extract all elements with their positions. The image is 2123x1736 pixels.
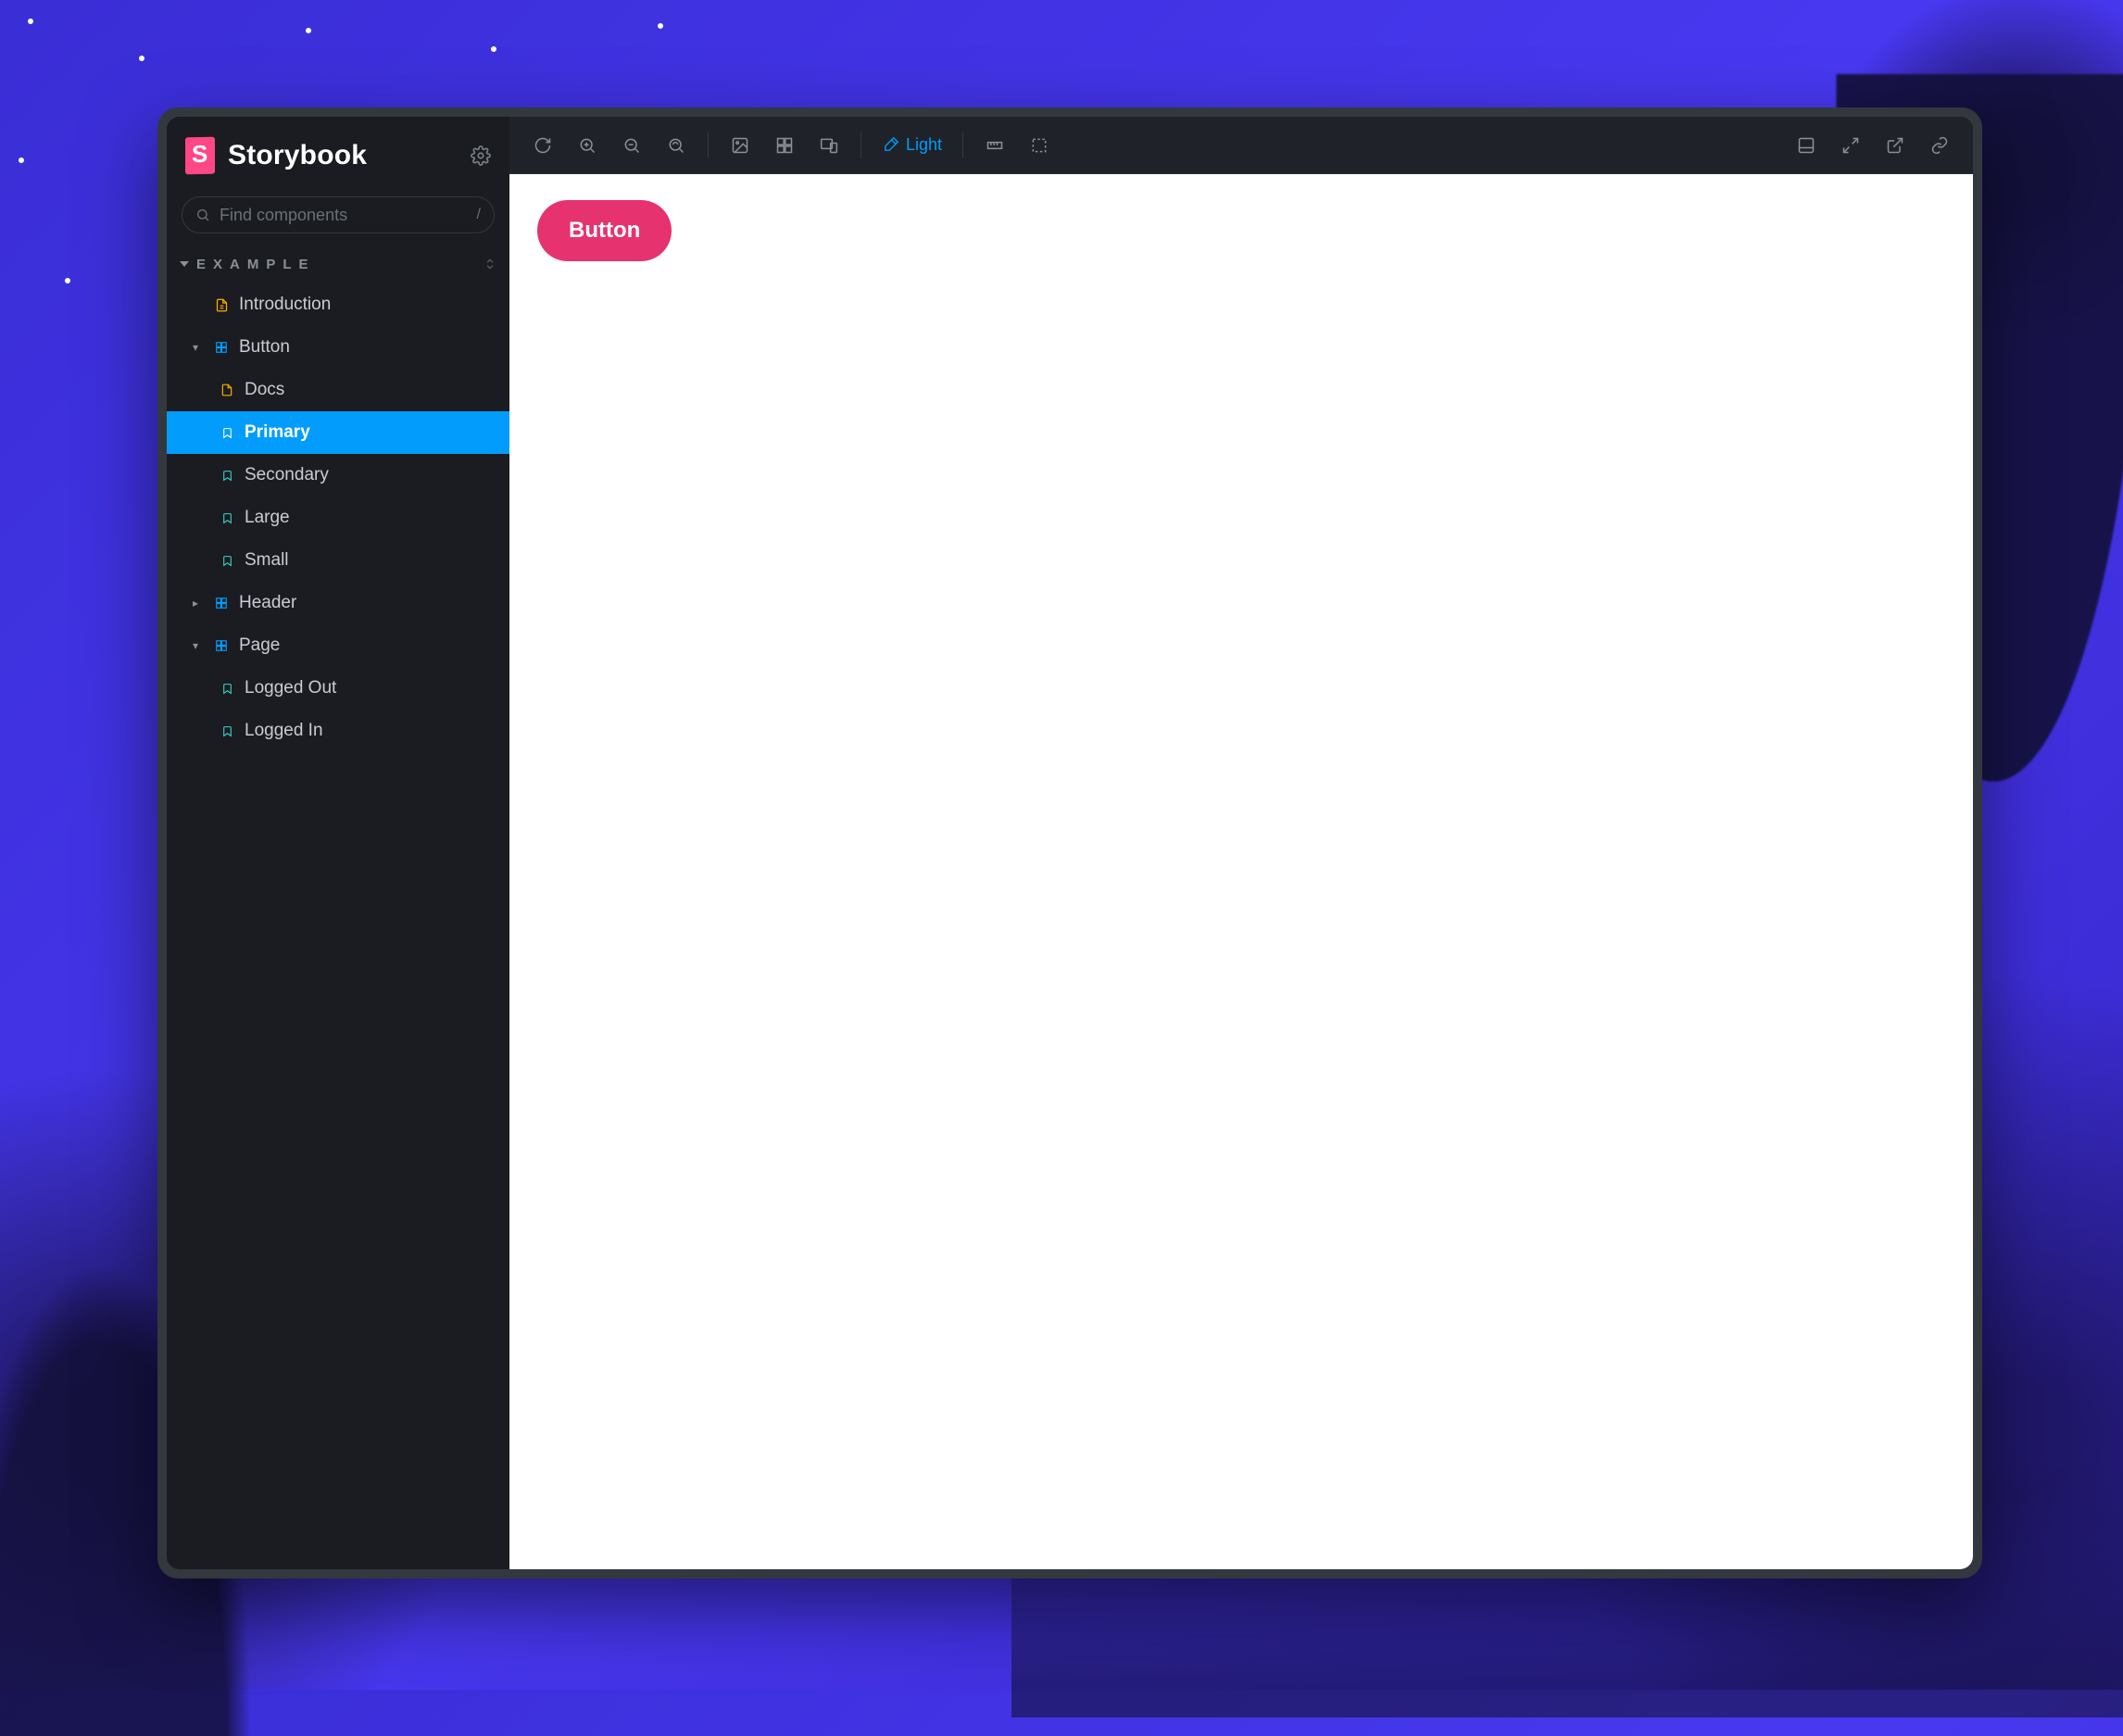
grid-button[interactable] <box>764 125 805 166</box>
sidebar: Storybook / EXAMPLE <box>167 117 509 1569</box>
nav-tree: Introduction ▾ Button Docs <box>167 278 509 752</box>
link-icon <box>1930 136 1949 155</box>
tree-item-label: Small <box>245 550 289 571</box>
tree-item-label: Introduction <box>239 295 331 315</box>
toolbar-separator <box>708 132 709 158</box>
tree-item-label: Button <box>239 337 290 358</box>
tree-item-label: Header <box>239 593 296 613</box>
chevron-right-icon: ▸ <box>193 597 204 610</box>
grid-icon <box>775 136 794 155</box>
sidebar-item-button[interactable]: ▾ Button <box>167 326 509 369</box>
chevron-down-icon <box>180 261 189 267</box>
section-label-text: EXAMPLE <box>196 257 316 272</box>
tree-item-label: Large <box>245 508 290 528</box>
section-header[interactable]: EXAMPLE <box>167 250 509 278</box>
bookmark-icon <box>219 555 235 567</box>
sidebar-item-button-large[interactable]: Large <box>167 497 509 539</box>
toolbar-separator <box>962 132 963 158</box>
sidebar-item-button-docs[interactable]: Docs <box>167 369 509 411</box>
bookmark-icon <box>219 725 235 737</box>
paintbrush-icon <box>882 137 898 154</box>
bookmark-icon <box>219 470 235 482</box>
theme-toggle[interactable]: Light <box>873 125 951 166</box>
outline-button[interactable] <box>1019 125 1060 166</box>
sidebar-item-page-logged-in[interactable]: Logged In <box>167 710 509 752</box>
tree-item-label: Docs <box>245 380 284 400</box>
component-icon <box>213 597 230 610</box>
app-window: Storybook / EXAMPLE <box>157 107 1982 1579</box>
gear-icon <box>471 145 491 166</box>
tree-item-label: Logged Out <box>245 678 336 698</box>
panel-bottom-icon <box>1797 136 1815 155</box>
ruler-icon <box>986 136 1004 155</box>
search-input-wrapper[interactable]: / <box>182 196 495 233</box>
sidebar-item-header[interactable]: ▸ Header <box>167 582 509 624</box>
sidebar-header: Storybook <box>167 117 509 191</box>
bookmark-icon <box>219 427 235 439</box>
zoom-reset-button[interactable] <box>656 125 697 166</box>
bookmark-icon <box>219 512 235 524</box>
sidebar-item-page-logged-out[interactable]: Logged Out <box>167 667 509 710</box>
sample-button-label: Button <box>569 218 640 244</box>
sidebar-item-page[interactable]: ▾ Page <box>167 624 509 667</box>
sidebar-item-introduction[interactable]: Introduction <box>167 283 509 326</box>
remount-button[interactable] <box>522 125 563 166</box>
expand-collapse-icon[interactable] <box>484 256 496 272</box>
main-panel: Light <box>509 117 1973 1569</box>
external-link-icon <box>1886 136 1904 155</box>
document-icon <box>219 384 235 396</box>
search-input[interactable] <box>220 206 468 225</box>
section-label: EXAMPLE <box>180 257 316 272</box>
chevron-down-icon: ▾ <box>193 341 204 354</box>
component-icon <box>213 639 230 652</box>
outline-icon <box>1030 136 1049 155</box>
devices-icon <box>820 136 838 155</box>
image-icon <box>731 136 749 155</box>
copy-link-button[interactable] <box>1919 125 1960 166</box>
tree-item-label: Primary <box>245 422 310 443</box>
tree-item-label: Page <box>239 635 280 656</box>
toolbar: Light <box>509 117 1973 174</box>
tree-item-label: Logged In <box>245 721 323 741</box>
zoom-out-button[interactable] <box>611 125 652 166</box>
search-shortcut-hint: / <box>477 207 481 223</box>
zoom-in-button[interactable] <box>567 125 608 166</box>
zoom-reset-icon <box>667 136 685 155</box>
docs-addon-button[interactable] <box>1786 125 1827 166</box>
document-icon <box>213 298 230 312</box>
theme-label: Light <box>906 135 942 155</box>
viewport-button[interactable] <box>809 125 849 166</box>
app-inner: Storybook / EXAMPLE <box>167 117 1973 1569</box>
fullscreen-button[interactable] <box>1830 125 1871 166</box>
settings-button[interactable] <box>471 145 491 166</box>
brand[interactable]: Storybook <box>185 137 367 174</box>
chevron-down-icon: ▾ <box>193 639 204 652</box>
background-button[interactable] <box>720 125 760 166</box>
sample-primary-button[interactable]: Button <box>537 200 672 261</box>
tree-item-label: Secondary <box>245 465 329 485</box>
fullscreen-icon <box>1841 136 1860 155</box>
story-canvas: Button <box>509 174 1973 1569</box>
bookmark-icon <box>219 683 235 695</box>
sync-icon <box>534 136 552 155</box>
zoom-in-icon <box>578 136 597 155</box>
component-icon <box>213 341 230 354</box>
storybook-logo-icon <box>185 137 215 175</box>
app-name: Storybook <box>228 140 367 171</box>
measure-button[interactable] <box>974 125 1015 166</box>
search-icon <box>195 208 210 222</box>
sidebar-item-button-secondary[interactable]: Secondary <box>167 454 509 497</box>
open-new-tab-button[interactable] <box>1875 125 1916 166</box>
sidebar-item-button-primary[interactable]: Primary <box>167 411 509 454</box>
sidebar-item-button-small[interactable]: Small <box>167 539 509 582</box>
zoom-out-icon <box>622 136 641 155</box>
